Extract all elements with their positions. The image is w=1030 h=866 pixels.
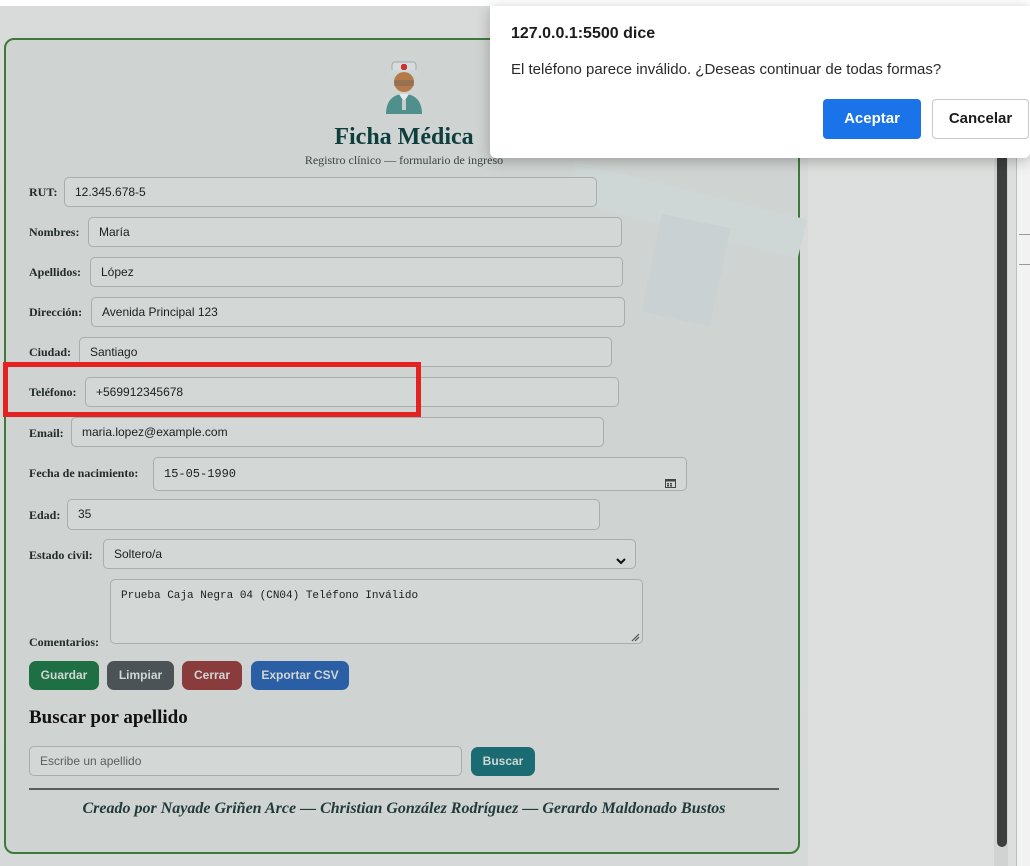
guardar-button[interactable]: Guardar bbox=[29, 661, 99, 690]
email-label: Email: bbox=[29, 426, 64, 440]
direccion-label: Dirección: bbox=[29, 305, 83, 319]
fecha-value: 15-05-1990 bbox=[164, 467, 237, 481]
search-input[interactable]: Escribe un apellido bbox=[29, 746, 462, 776]
direccion-input[interactable]: Avenida Principal 123 bbox=[91, 297, 625, 327]
dialog-message: El teléfono parece inválido. ¿Deseas con… bbox=[511, 61, 942, 78]
email-input[interactable]: maria.lopez@example.com bbox=[71, 417, 604, 447]
doctor-icon bbox=[380, 60, 428, 116]
calendar-icon[interactable] bbox=[665, 469, 676, 488]
cerrar-button[interactable]: Cerrar bbox=[182, 661, 242, 690]
estado-civil-label: Estado civil: bbox=[29, 548, 93, 562]
estado-civil-select[interactable]: Soltero/a bbox=[103, 539, 636, 569]
chevron-down-icon bbox=[615, 549, 627, 565]
nombres-label: Nombres: bbox=[29, 225, 80, 239]
exportar-csv-button[interactable]: Exportar CSV bbox=[251, 661, 349, 690]
decorative-shape bbox=[641, 213, 731, 327]
dialog-cancel-button[interactable]: Cancelar bbox=[932, 99, 1029, 139]
comentarios-value: Prueba Caja Negra 04 (CN04) Teléfono Inv… bbox=[121, 590, 419, 602]
apellidos-input[interactable]: López bbox=[90, 257, 623, 287]
rut-input[interactable]: 12.345.678-5 bbox=[64, 177, 597, 207]
scrollbar-thumb[interactable] bbox=[997, 150, 1007, 847]
comentarios-label: Comentarios: bbox=[29, 635, 99, 649]
search-button[interactable]: Buscar bbox=[471, 747, 535, 776]
resize-handle-icon[interactable] bbox=[631, 632, 640, 642]
fecha-label: Fecha de nacimiento: bbox=[29, 466, 139, 480]
estado-civil-value: Soltero/a bbox=[114, 547, 163, 561]
limpiar-button[interactable]: Limpiar bbox=[107, 661, 174, 690]
ciudad-label: Ciudad: bbox=[29, 345, 72, 359]
footer-credits: Creado por Nayade Griñen Arce — Christia… bbox=[82, 800, 726, 817]
footer-divider bbox=[29, 788, 779, 790]
dialog-title: 127.0.0.1:5500 dice bbox=[511, 25, 656, 42]
rut-label: RUT: bbox=[29, 185, 58, 199]
nombres-input[interactable]: María bbox=[88, 217, 622, 247]
edad-label: Edad: bbox=[29, 508, 61, 522]
edad-input[interactable]: 35 bbox=[67, 499, 600, 530]
comentarios-textarea[interactable]: Prueba Caja Negra 04 (CN04) Teléfono Inv… bbox=[110, 579, 643, 644]
search-section-title: Buscar por apellido bbox=[29, 707, 188, 728]
fecha-input[interactable]: 15-05-1990 bbox=[153, 457, 687, 491]
apellidos-label: Apellidos: bbox=[29, 265, 82, 279]
telefono-highlight-box bbox=[3, 362, 421, 417]
dialog-accept-button[interactable]: Aceptar bbox=[823, 99, 921, 139]
confirm-dialog: 127.0.0.1:5500 dice El teléfono parece i… bbox=[490, 6, 1030, 158]
